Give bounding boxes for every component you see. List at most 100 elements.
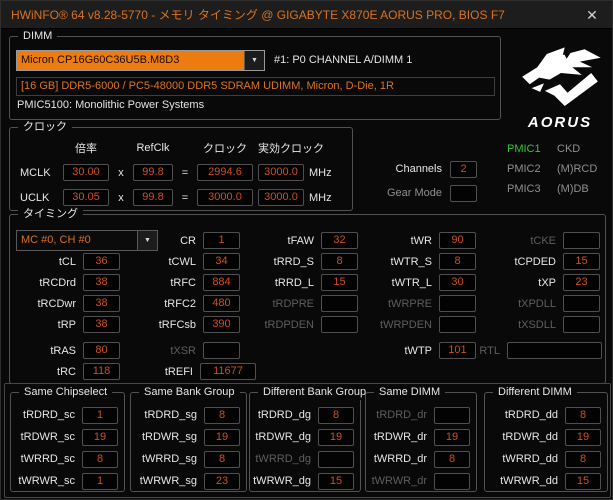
tRP-value: 38 bbox=[83, 316, 120, 333]
tWRRD_sc-label: tWRRD_sc bbox=[21, 453, 75, 465]
tWRRD_dg-label: tWRRD_dg bbox=[255, 453, 311, 465]
tRDPDEN-label: tRDPDEN bbox=[264, 319, 314, 331]
tWRRD_dd-label: tWRRD_dd bbox=[502, 453, 558, 465]
tWRWR_dd-value: 15 bbox=[565, 473, 601, 490]
mclk-clock-value: 2994.6 bbox=[197, 164, 253, 181]
dropdown-arrow-icon[interactable]: ▼ bbox=[244, 51, 264, 70]
tREFI-label: tREFI bbox=[165, 366, 193, 378]
tXSDLL-value bbox=[563, 316, 600, 333]
aorus-logo: AORUS bbox=[511, 37, 609, 131]
clock-header-effective: 実効クロック bbox=[258, 140, 304, 156]
tREFI-value: 11677 bbox=[200, 363, 256, 380]
tWRPDEN-label: tWRPDEN bbox=[380, 319, 432, 331]
different-bank-group-label: Different Bank Group bbox=[258, 385, 371, 400]
titlebar: HWiNFO® 64 v8.28-5770 - メモリ タイミング @ GIGA… bbox=[1, 1, 612, 29]
different-dimm-label: Different DIMM bbox=[493, 385, 577, 400]
tRDWR_sc-value: 19 bbox=[82, 429, 118, 446]
tRDRD_dg-label: tRDRD_dg bbox=[258, 409, 311, 421]
same-chipselect-label: Same Chipselect bbox=[19, 385, 112, 400]
mclk-multiplier-value: 30.00 bbox=[63, 164, 109, 181]
timing-channel-select[interactable]: MC #0, CH #0 ▼ bbox=[16, 230, 158, 251]
tWTR_S-label: tWTR_S bbox=[390, 256, 432, 268]
tCKE-label: tCKE bbox=[530, 235, 556, 247]
tRCDrd-label: tRCDrd bbox=[39, 277, 76, 289]
tRDWR_dd-value: 19 bbox=[565, 429, 601, 446]
timing-column-a: tCL36 tRCDrd38 tRCDwr38 tRP38 tRAS80 tRC… bbox=[18, 251, 120, 382]
uclk-unit: MHz bbox=[309, 192, 339, 204]
tFAW-label: tFAW bbox=[288, 235, 314, 247]
different-bank-group-group: Different Bank Group tRDRD_dg8 tRDWR_dg1… bbox=[249, 392, 361, 492]
tWRRD_sc-value: 8 bbox=[82, 451, 118, 468]
tWTR_L-label: tWTR_L bbox=[392, 277, 432, 289]
timing-column-b: CR1 tCWL34 tRFC884 tRFC2480 tRFCsb390 tX… bbox=[140, 230, 240, 382]
gear-mode-label: Gear Mode bbox=[359, 187, 442, 199]
tWRRD_dr-label: tWRRD_dr bbox=[374, 453, 427, 465]
mclk-label: MCLK bbox=[20, 167, 58, 179]
dimm-group: DIMM Micron CP16G60C36U5B.M8D3 ▼ #1: P0 … bbox=[9, 36, 501, 120]
clock-header-clock: クロック bbox=[197, 140, 253, 156]
tWRPDEN-value bbox=[439, 316, 476, 333]
channels-value: 2 bbox=[450, 161, 477, 178]
tRDRD_dr-label: tRDRD_dr bbox=[376, 409, 427, 421]
timing-group-label: タイミング bbox=[18, 207, 83, 222]
mclk-refclk-value: 99.8 bbox=[133, 164, 173, 181]
tRFC2-label: tRFC2 bbox=[164, 298, 196, 310]
tRDPRE-label: tRDPRE bbox=[272, 298, 314, 310]
tRRD_S-label: tRRD_S bbox=[274, 256, 314, 268]
tWTP-label: tWTP bbox=[405, 345, 433, 357]
channels-row: Channels 2 bbox=[359, 159, 477, 179]
mclk-unit: MHz bbox=[309, 167, 339, 179]
timing-group: タイミング MC #0, CH #0 ▼ tCL36 tRCDrd38 tRCD… bbox=[9, 214, 606, 384]
tRDRD_sg-label: tRDRD_sg bbox=[144, 409, 197, 421]
different-dimm-group: Different DIMM tRDRD_dd8 tRDWR_dd19 tWRR… bbox=[484, 392, 608, 492]
tRDWR_dg-label: tRDWR_dg bbox=[255, 431, 311, 443]
tWRRD_dr-value: 8 bbox=[434, 451, 470, 468]
mdb-label: (M)DB bbox=[557, 183, 597, 195]
tRDWR_sg-value: 19 bbox=[204, 429, 240, 446]
uclk-effective-value: 3000.0 bbox=[258, 189, 304, 206]
tRP-label: tRP bbox=[58, 319, 76, 331]
tWRRD_dd-value: 8 bbox=[565, 451, 601, 468]
channels-label: Channels bbox=[359, 163, 442, 175]
tRDRD_dg-value: 8 bbox=[318, 407, 354, 424]
tWRWR_dg-value: 15 bbox=[318, 473, 354, 490]
close-icon[interactable]: ✕ bbox=[580, 4, 604, 26]
tWRWR_dg-label: tWRWR_dg bbox=[253, 475, 311, 487]
aorus-falcon-icon bbox=[512, 37, 608, 107]
tWRWR_dr-label: tWRWR_dr bbox=[372, 475, 427, 487]
hwinfo-memory-timing-window: HWiNFO® 64 v8.28-5770 - メモリ タイミング @ GIGA… bbox=[0, 0, 613, 500]
tRDRD_dd-label: tRDRD_dd bbox=[505, 409, 558, 421]
tRDWR_dd-label: tRDWR_dd bbox=[502, 431, 558, 443]
tRCDwr-label: tRCDwr bbox=[38, 298, 77, 310]
times-sign: x bbox=[114, 167, 128, 179]
tWR-value: 90 bbox=[439, 232, 476, 249]
timing-channel-selected-value: MC #0, CH #0 bbox=[17, 231, 137, 250]
clock-header-multiplier: 倍率 bbox=[63, 140, 109, 156]
dimm-slot-label: #1: P0 CHANNEL A/DIMM 1 bbox=[274, 50, 412, 71]
tRRD_L-label: tRRD_L bbox=[275, 277, 314, 289]
tXSR-label: tXSR bbox=[170, 345, 196, 357]
uclk-refclk-value: 99.8 bbox=[133, 189, 173, 206]
same-dimm-label: Same DIMM bbox=[374, 385, 445, 400]
tRAS-label: tRAS bbox=[50, 345, 76, 357]
dimm-module-selected-value: Micron CP16G60C36U5B.M8D3 bbox=[17, 51, 244, 70]
tCKE-value bbox=[563, 232, 600, 249]
aorus-brand-text: AORUS bbox=[511, 114, 609, 131]
tRDRD_sc-value: 1 bbox=[82, 407, 118, 424]
tRDWR_sc-label: tRDWR_sc bbox=[21, 431, 75, 443]
tWRPRE-value bbox=[439, 295, 476, 312]
tXPDLL-value bbox=[563, 295, 600, 312]
tXP-label: tXP bbox=[538, 277, 556, 289]
tRCDrd-value: 38 bbox=[83, 274, 120, 291]
equals-sign: = bbox=[178, 192, 192, 204]
tWTR_S-value: 8 bbox=[439, 253, 476, 270]
CR-label: CR bbox=[180, 235, 196, 247]
tWRRD_sg-value: 8 bbox=[204, 451, 240, 468]
tRDRD_dd-value: 8 bbox=[565, 407, 601, 424]
dimm-module-select[interactable]: Micron CP16G60C36U5B.M8D3 ▼ bbox=[16, 50, 265, 71]
tXP-value: 23 bbox=[563, 274, 600, 291]
tRFC-label: tRFC bbox=[170, 277, 196, 289]
tWR-label: tWR bbox=[411, 235, 432, 247]
gear-mode-value bbox=[450, 185, 477, 202]
gear-mode-row: Gear Mode bbox=[359, 183, 477, 203]
